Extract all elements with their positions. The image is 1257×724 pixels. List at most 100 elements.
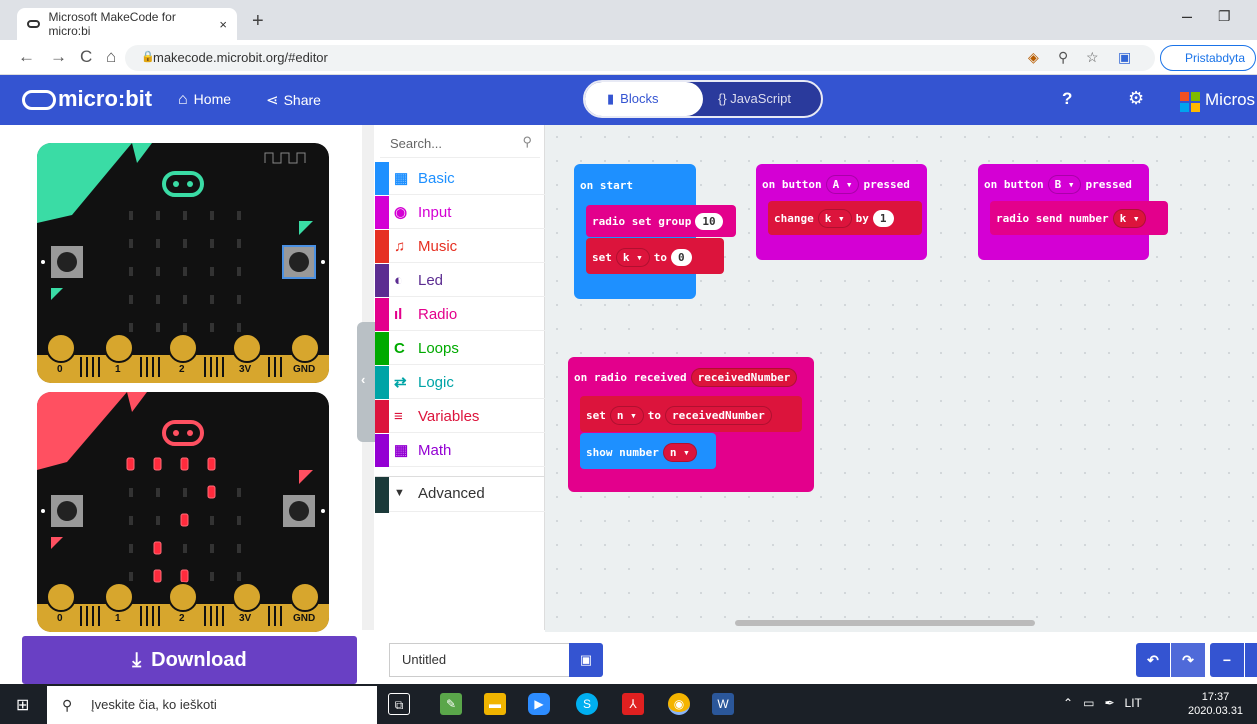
back-button[interactable]: ← — [18, 47, 35, 67]
signal-bars-icon: ıl — [394, 306, 403, 323]
on-radio-received-label: on radio received — [574, 371, 687, 384]
change-k-block[interactable]: change k ▾ by 1 — [768, 201, 922, 235]
blocks-tab[interactable]: ▮ Blocks — [585, 82, 703, 116]
collapse-simulator-button[interactable]: ‹ — [357, 322, 375, 442]
received-number-param[interactable]: receivedNumber — [690, 368, 798, 387]
microbit-board-1-graphic: 0 1 2 3V GND — [37, 143, 329, 383]
home-button[interactable]: ⌂ — [106, 47, 116, 67]
category-music[interactable]: ♫ Music — [375, 230, 545, 263]
category-advanced[interactable]: ▼ Advanced — [375, 476, 545, 513]
variable-dropdown[interactable]: k ▾ — [615, 248, 650, 267]
home-nav-button[interactable]: ⌂ Home — [178, 91, 231, 109]
show-number-label: show number — [586, 446, 659, 459]
share-label: Share — [283, 92, 321, 108]
home-label: Home — [193, 91, 232, 107]
set-n-block[interactable]: set n ▾ to receivedNumber — [580, 396, 802, 432]
browser-tab[interactable]: Microsoft MakeCode for micro:bi × — [17, 8, 237, 40]
window-restore-button[interactable]: ❐ — [1218, 8, 1231, 25]
zoom-out-button[interactable]: − — [1210, 643, 1244, 677]
tab-close-icon[interactable]: × — [219, 17, 227, 32]
value-input[interactable]: 0 — [671, 249, 692, 266]
value-input[interactable]: 1 — [872, 210, 894, 227]
microbit-board-2-graphic: 0 1 2 3V GND — [37, 392, 329, 632]
tab-title: Microsoft MakeCode for micro:bi — [48, 10, 176, 38]
search-icon: ⚲ — [62, 697, 73, 713]
file-explorer-icon[interactable]: ▬ — [484, 693, 506, 715]
input-target-icon: ◉ — [394, 204, 408, 221]
notepad-app-icon[interactable]: ✎ — [440, 693, 462, 715]
redo-button[interactable]: ↷ — [1171, 643, 1205, 677]
star-icon[interactable]: ☆ — [1086, 49, 1099, 66]
set-k-block[interactable]: set k ▾ to 0 — [586, 238, 724, 274]
group-value-input[interactable]: 10 — [695, 213, 723, 230]
category-label: Music — [418, 238, 458, 255]
windows-start-icon[interactable]: ⊞ — [16, 695, 29, 715]
button-dropdown[interactable]: B ▾ — [1047, 175, 1082, 194]
category-color-bar — [375, 264, 389, 297]
on-button-label: on button — [984, 178, 1044, 191]
by-label: by — [855, 212, 869, 225]
basic-grid-icon: ▦ — [394, 170, 409, 187]
window-minimize-button[interactable]: – — [1182, 6, 1192, 27]
undo-button[interactable]: ↶ — [1136, 643, 1170, 677]
variable-dropdown[interactable]: n ▾ — [609, 406, 644, 425]
radio-set-group-block[interactable]: radio set group 10 — [586, 205, 736, 237]
category-radio[interactable]: ıl Radio — [375, 298, 545, 331]
task-view-icon[interactable]: ⧉ — [388, 693, 410, 715]
profile-button[interactable]: Pristabdyta — [1160, 45, 1256, 71]
on-button-label: on button — [762, 178, 822, 191]
show-number-block[interactable]: show number n ▾ — [580, 433, 716, 469]
url-input[interactable]: makecode.microbit.org/#editor — [125, 45, 1155, 71]
zoom-app-icon[interactable]: ▶ — [528, 693, 550, 715]
system-tray[interactable]: ⌃ ▭ ✒ LIT — [1063, 696, 1142, 710]
gear-icon[interactable]: ⚙ — [1128, 88, 1144, 109]
category-label: Radio — [418, 306, 458, 323]
category-basic[interactable]: ▦ Basic — [375, 162, 545, 195]
word-icon[interactable]: W — [712, 693, 734, 715]
taskbar-search-input[interactable]: Įveskite čia, ko ieškoti — [47, 686, 377, 724]
forward-button[interactable]: → — [50, 47, 67, 67]
workspace-horizontal-scrollbar[interactable] — [735, 620, 1035, 626]
radio-send-number-block[interactable]: radio send number k ▾ — [990, 201, 1168, 235]
category-label: Advanced — [418, 485, 485, 502]
zoom-icon[interactable]: ⚲ — [1058, 49, 1068, 66]
category-logic[interactable]: ⇄ Logic — [375, 366, 545, 399]
chevron-left-icon: ‹ — [361, 372, 366, 387]
search-placeholder: Search... — [390, 136, 443, 151]
pdf-reader-icon[interactable]: ⅄ — [622, 693, 644, 715]
microbit-simulator-1[interactable]: 0 1 2 3V GND — [37, 143, 329, 383]
help-icon[interactable]: ? — [1062, 89, 1072, 109]
category-variables[interactable]: ≡ Variables — [375, 400, 545, 433]
reload-button[interactable]: C — [80, 47, 92, 67]
radio-send-number-label: radio send number — [996, 212, 1109, 225]
save-button[interactable]: ▣ — [569, 643, 603, 677]
chrome-icon[interactable]: ◉ — [668, 693, 690, 715]
microbit-simulator-2[interactable]: 0 1 2 3V GND — [37, 392, 329, 632]
category-led[interactable]: ◐ Led — [375, 264, 545, 297]
project-name-input[interactable]: Untitled — [389, 643, 569, 677]
download-button[interactable]: ⤓ Download — [22, 636, 357, 684]
toolbox-search-input[interactable]: Search... ⚲ — [380, 128, 540, 158]
category-label: Basic — [418, 170, 455, 187]
variable-reporter[interactable]: k ▾ — [1112, 209, 1147, 228]
new-tab-button[interactable]: + — [252, 10, 264, 33]
download-icon: ⤓ — [132, 649, 142, 671]
extension-icon[interactable]: ▣ — [1118, 49, 1131, 66]
share-button[interactable]: ⋖ Share — [266, 91, 321, 109]
translate-icon[interactable]: ◈ — [1028, 49, 1039, 66]
variable-dropdown[interactable]: k ▾ — [817, 209, 852, 228]
skype-icon[interactable]: S — [576, 693, 598, 715]
category-label: Input — [418, 204, 452, 221]
zoom-in-button[interactable] — [1245, 643, 1257, 677]
variable-reporter[interactable]: n ▾ — [662, 443, 697, 462]
microbit-logo[interactable]: micro:bit — [22, 86, 152, 112]
category-input[interactable]: ◉ Input — [375, 196, 545, 229]
category-color-bar — [375, 196, 389, 229]
category-math[interactable]: ▦ Math — [375, 434, 545, 467]
clock-time: 17:37 — [1201, 691, 1230, 703]
category-loops[interactable]: C Loops — [375, 332, 545, 365]
received-number-reporter[interactable]: receivedNumber — [665, 406, 772, 425]
taskbar-clock[interactable]: 17:37 2020.03.31 — [1188, 690, 1243, 718]
javascript-tab[interactable]: {} JavaScript — [718, 91, 791, 106]
button-dropdown[interactable]: A ▾ — [825, 175, 860, 194]
